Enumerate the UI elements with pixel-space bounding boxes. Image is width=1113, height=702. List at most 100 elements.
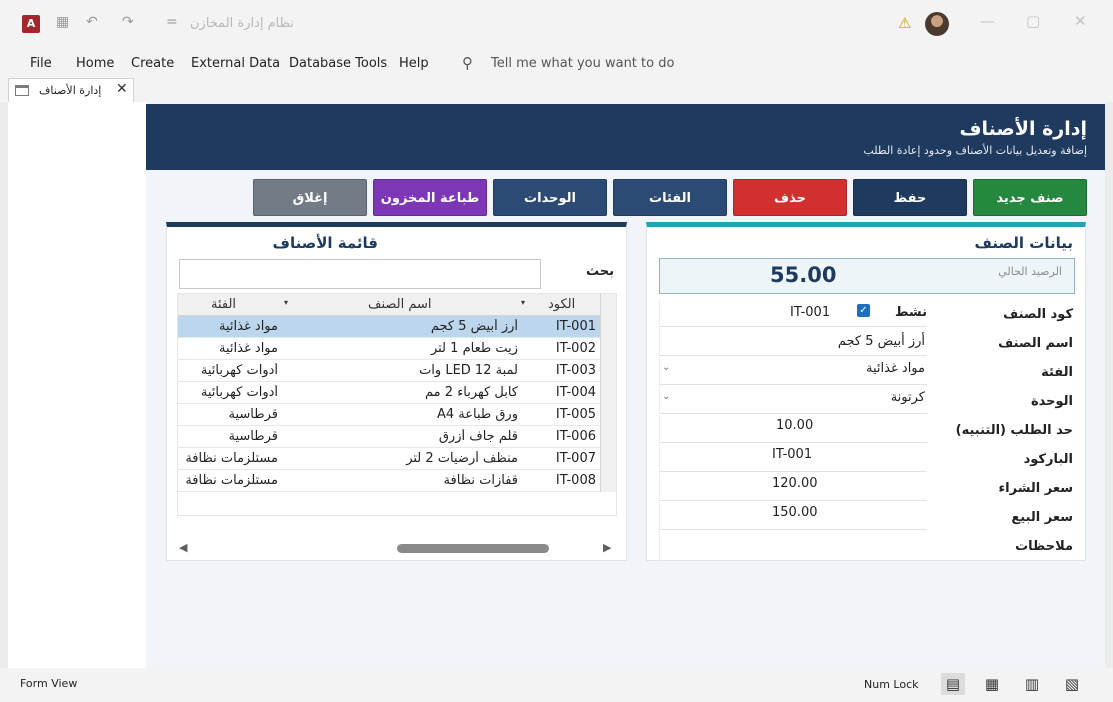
record-selector[interactable] (600, 404, 616, 426)
save-button[interactable]: حفظ (853, 179, 967, 216)
avatar[interactable] (925, 12, 949, 36)
record-selector[interactable] (600, 448, 616, 470)
tell-me-input[interactable]: Tell me what you want to do (491, 56, 674, 71)
category-combo[interactable]: ⌄ مواد غذائية (659, 357, 927, 385)
cell-code: IT-001 (555, 319, 596, 334)
datasheet-view-icon[interactable]: ▦ (980, 673, 1004, 695)
item-name-field[interactable]: أرز أبيض 5 كجم (659, 328, 927, 356)
active-checkbox[interactable]: ✓ (857, 304, 870, 317)
form-view-icon[interactable]: ▤ (941, 673, 965, 695)
cell-category: قرطاسية (228, 429, 278, 444)
table-row[interactable]: IT-005 ورق طباعة A4 قرطاسية (178, 404, 616, 426)
buy-price-label: سعر الشراء (998, 481, 1074, 496)
unit-combo[interactable]: ⌄ كرتونة (659, 386, 927, 414)
sell-price-label: سعر البيع (1011, 510, 1073, 525)
warning-icon[interactable]: ⚠ (898, 14, 911, 32)
barcode-field[interactable]: IT-001 (659, 444, 927, 472)
filter-dropdown-icon[interactable]: ▾ (521, 298, 525, 307)
new-item-button[interactable]: صنف جديد (973, 179, 1087, 216)
cell-category: أدوات كهربائية (200, 385, 278, 400)
barcode-value: IT-001 (772, 447, 813, 462)
cell-name: ورق طباعة A4 (436, 407, 518, 422)
cell-code: IT-002 (555, 341, 596, 356)
menu-home[interactable]: Home (76, 56, 114, 71)
cell-category: مواد غذائية (219, 341, 278, 356)
print-stock-button[interactable]: طباعة المخزون (373, 179, 487, 216)
scroll-right-icon[interactable]: ▶ (603, 541, 611, 554)
cell-name: كابل كهرباء 2 مم (425, 385, 518, 400)
item-code-label: كود الصنف (1003, 307, 1073, 322)
buy-price-field[interactable]: 120.00 (659, 473, 927, 501)
column-header-name[interactable]: اسم الصنف (368, 297, 432, 312)
cell-code: IT-004 (555, 385, 596, 400)
item-name-value: أرز أبيض 5 كجم (837, 334, 925, 349)
table-row[interactable]: IT-007 منظف أرضيات 2 لتر مستلزمات نظافة (178, 448, 616, 470)
table-row[interactable]: IT-004 كابل كهرباء 2 مم أدوات كهربائية (178, 382, 616, 404)
record-selector[interactable] (600, 360, 616, 382)
table-row[interactable]: IT-002 زيت طعام 1 لتر مواد غذائية (178, 338, 616, 360)
design-view-icon[interactable]: ▧ (1060, 673, 1084, 695)
sell-price-field[interactable]: 150.00 (659, 502, 927, 530)
column-header-code[interactable]: الكود (548, 297, 575, 312)
record-selector[interactable] (600, 382, 616, 404)
search-icon[interactable]: ⚲ (462, 54, 473, 72)
reorder-level-label: حد الطلب (التنبيه) (955, 423, 1073, 438)
table-row[interactable]: IT-003 لمبة LED 12 وات أدوات كهربائية (178, 360, 616, 382)
scroll-left-icon[interactable]: ◀ (179, 541, 187, 554)
record-selector[interactable] (600, 316, 616, 338)
menu-file[interactable]: File (30, 56, 52, 71)
search-input[interactable] (179, 259, 541, 289)
filter-dropdown-icon[interactable]: ▾ (284, 298, 288, 307)
table-row[interactable]: IT-001 أرز أبيض 5 كجم مواد غذائية (178, 316, 616, 338)
buy-price-value: 120.00 (772, 476, 818, 491)
tab-items-form[interactable]: إدارة الأصناف ✕ (8, 78, 134, 102)
layout-view-icon[interactable]: ▥ (1020, 673, 1044, 695)
record-selector[interactable] (600, 470, 616, 492)
delete-button[interactable]: حذف (733, 179, 847, 216)
unit-value: كرتونة (890, 390, 925, 405)
minimize-icon[interactable]: — (980, 12, 995, 30)
access-app-icon[interactable]: A (22, 15, 40, 33)
close-tab-icon[interactable]: ✕ (116, 81, 128, 97)
category-value: مواد غذائية (866, 361, 925, 376)
record-selector[interactable] (600, 338, 616, 360)
barcode-label: الباركود (1023, 452, 1073, 467)
cell-name: لمبة LED 12 وات (419, 363, 518, 378)
close-window-icon[interactable]: ✕ (1074, 12, 1087, 30)
table-row[interactable]: IT-006 قلم جاف أزرق قرطاسية (178, 426, 616, 448)
reorder-level-value: 10.00 (776, 418, 814, 433)
balance-value: 55.00 (770, 263, 837, 287)
num-lock-indicator: Num Lock (864, 678, 919, 691)
chevron-down-icon[interactable]: ⌄ (662, 391, 676, 402)
scrollbar-thumb[interactable] (397, 544, 549, 553)
menu-create[interactable]: Create (131, 56, 174, 71)
unit-label: الوحدة (1030, 394, 1073, 409)
items-datasheet[interactable]: الكود ▾ اسم الصنف ▾ الفئة IT-001 أرز أبي… (177, 293, 617, 516)
notes-field[interactable] (659, 531, 927, 561)
record-selector[interactable] (600, 426, 616, 448)
tab-label: إدارة الأصناف (39, 84, 102, 97)
table-row[interactable]: IT-008 قفازات نظافة مستلزمات نظافة (178, 470, 616, 492)
cell-code: IT-005 (555, 407, 596, 422)
menu-database-tools[interactable]: Database Tools (289, 56, 387, 71)
units-button[interactable]: الوحدات (493, 179, 607, 216)
close-button[interactable]: إغلاق (253, 179, 367, 216)
chevron-down-icon[interactable]: ⌄ (662, 362, 676, 373)
horizontal-scrollbar[interactable]: ◀ ▶ (177, 541, 617, 557)
maximize-icon[interactable]: ▢ (1026, 12, 1040, 30)
balance-box: الرصيد الحالي 55.00 (659, 258, 1075, 294)
item-panel-title: بيانات الصنف (974, 234, 1074, 252)
column-header-category[interactable]: الفئة (211, 297, 236, 312)
menu-external-data[interactable]: External Data (191, 56, 280, 71)
item-code-field[interactable]: IT-001 ✓ (659, 299, 927, 327)
cell-category: مستلزمات نظافة (185, 451, 278, 466)
categories-button[interactable]: الفئات (613, 179, 727, 216)
reorder-level-field[interactable]: 10.00 (659, 415, 927, 443)
save-icon[interactable]: ▦ (56, 14, 69, 30)
redo-icon[interactable]: ↷ (122, 14, 134, 30)
item-name-label: اسم الصنف (998, 336, 1073, 351)
menu-help[interactable]: Help (399, 56, 429, 71)
search-label: بحث (585, 264, 614, 279)
undo-icon[interactable]: ↶ (86, 14, 98, 30)
customize-quick-access-icon[interactable]: = (166, 14, 178, 30)
